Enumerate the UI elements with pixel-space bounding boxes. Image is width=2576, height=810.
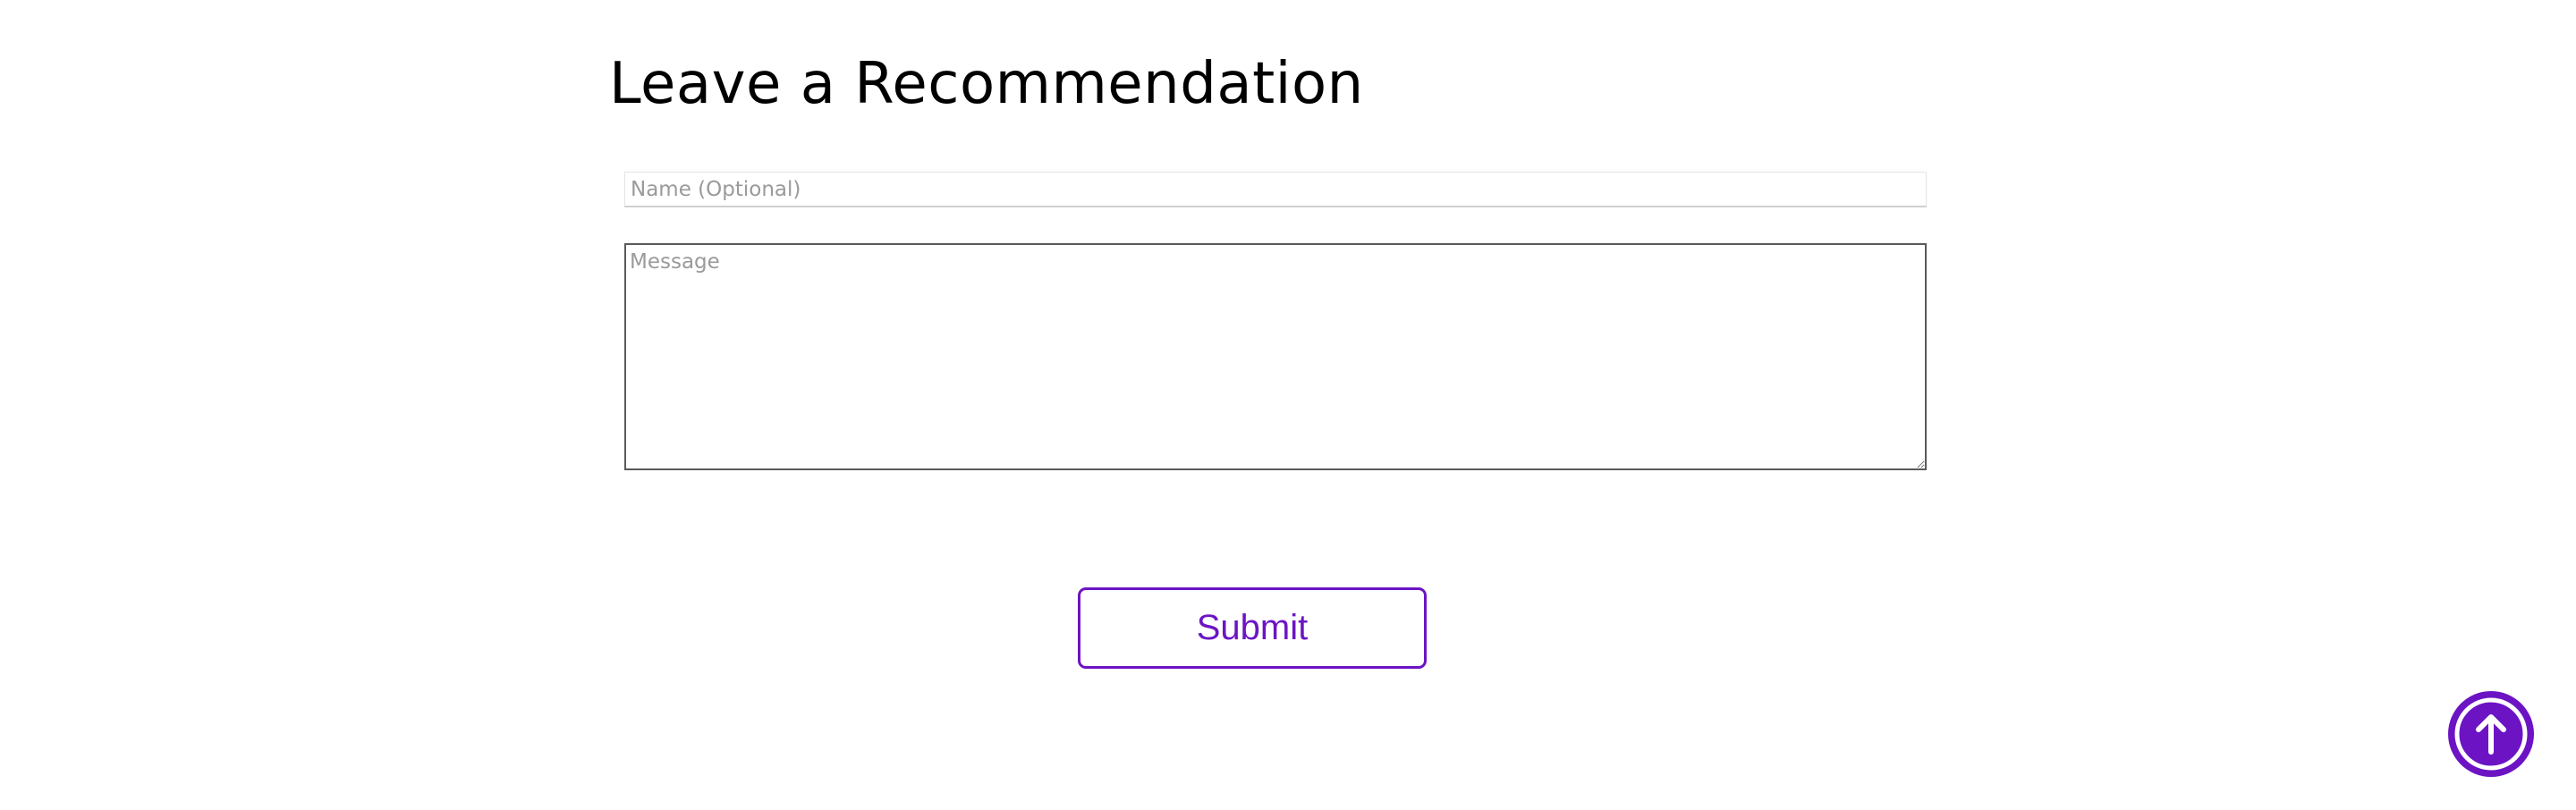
- scroll-to-top-button[interactable]: [2448, 691, 2534, 777]
- arrow-up-circle-icon: [2448, 691, 2534, 777]
- submit-button[interactable]: Submit: [1078, 587, 1427, 669]
- name-input[interactable]: [624, 172, 1927, 207]
- message-input[interactable]: [624, 243, 1927, 470]
- page-title: Leave a Recommendation: [609, 51, 1364, 117]
